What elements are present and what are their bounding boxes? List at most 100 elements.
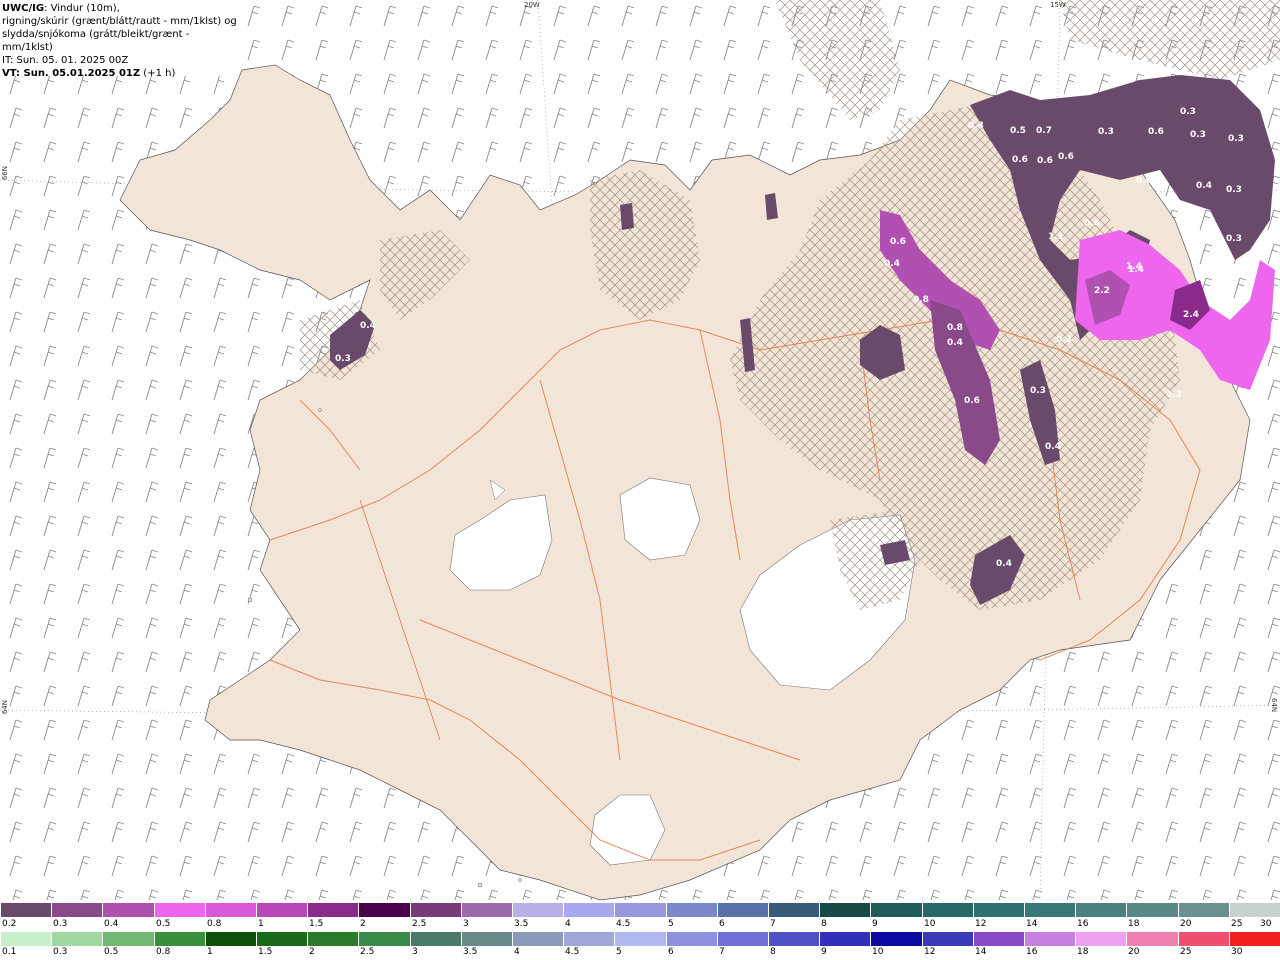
precip-value: 0.3 [1228, 134, 1244, 144]
precip-value: 0.6 [964, 396, 980, 406]
weather-map [0, 0, 1280, 901]
snow-legend-bar [0, 903, 1280, 917]
map-header: UWC/IG: Vindur (10m), rigning/skúrir (gr… [0, 0, 238, 79]
legend-swatch [1075, 903, 1127, 917]
legend-swatch [716, 932, 769, 946]
legend-label: 10 [924, 919, 936, 929]
precip-value: 0.6 [890, 237, 906, 247]
precip-value: 0.4 [884, 259, 900, 269]
precip-value: 2.2 [1094, 286, 1110, 296]
legend-swatch [256, 932, 308, 946]
legend-label: 2.5 [412, 919, 427, 929]
legend-label: 30 [1231, 947, 1243, 957]
legend-swatch [102, 903, 154, 917]
legend-swatch [409, 903, 461, 917]
grid-label-64n-left: 64N [1, 700, 9, 715]
legend-label: 7 [719, 947, 725, 957]
legend-label: 0.2 [2, 919, 17, 929]
precip-value: 0.3 [1226, 234, 1242, 244]
legend-swatch [0, 903, 52, 917]
precip-value: 0.3 [335, 354, 351, 364]
legend-swatch [1075, 932, 1127, 946]
precip-value: 0.8 [913, 295, 929, 305]
legend-label: 3.5 [514, 919, 529, 929]
legend-swatch [665, 932, 717, 946]
legend-label: 0.5 [104, 947, 119, 957]
legend-label: 8 [770, 947, 776, 957]
legend-label: 0.3 [53, 947, 68, 957]
precip-value: 0.3 [968, 121, 984, 131]
legend-label: 12 [924, 947, 936, 957]
legend-label: 3.5 [463, 947, 478, 957]
legend-swatch [665, 903, 717, 917]
precip-value: 0.4 [360, 321, 376, 331]
legend-swatch [153, 932, 205, 946]
legend-label: 0.1 [2, 947, 17, 957]
precip-value: 0.3 [1030, 386, 1046, 396]
precip-value: 0.4 [1045, 442, 1061, 452]
precip-value: 2.4 [1183, 310, 1199, 320]
legend-label: 25 [1231, 919, 1243, 929]
precip-value: 0.4 [1084, 219, 1100, 229]
precip-value: 0.4 [996, 559, 1012, 569]
legend-label: 0.8 [156, 947, 171, 957]
legend-swatch [1126, 903, 1178, 917]
legend-swatch [921, 932, 973, 946]
legend-swatch [870, 903, 922, 917]
legend-swatch [614, 903, 666, 917]
legend-label: 0.4 [104, 919, 119, 929]
precip-value: 0.4 [947, 338, 963, 348]
legend-swatch [51, 903, 103, 917]
legend-label: 6 [719, 919, 725, 929]
legend-label: 0.3 [53, 919, 68, 929]
legend-swatch [358, 903, 410, 917]
header-line1: : Vindur (10m), [44, 3, 120, 14]
legend-label: 1.5 [258, 947, 273, 957]
legend-swatch [768, 932, 820, 946]
legend-swatch [1228, 903, 1280, 917]
grid-label-15w: 15W [1050, 1, 1066, 9]
precip-value: 0.6 [1148, 127, 1164, 137]
legend-label: 18 [1128, 919, 1140, 929]
legend-swatch [614, 932, 666, 946]
init-time: IT: Sun. 05. 01. 2025 00Z [2, 55, 129, 66]
legend-swatch [307, 903, 359, 917]
legend-swatch [1177, 932, 1229, 946]
legend-swatch [51, 932, 103, 946]
legend-swatch [409, 932, 461, 946]
legend-label: 10 [872, 947, 884, 957]
legend-label: 14 [975, 947, 987, 957]
legend-swatch [153, 903, 205, 917]
precip-value: 0.6 [1188, 237, 1204, 247]
legend-swatch [1228, 932, 1280, 946]
precip-value: 0.3 [1180, 107, 1196, 117]
legend-swatch [563, 932, 615, 946]
precip-value: 0.3 [1166, 390, 1182, 400]
legend-label: 2 [360, 919, 366, 929]
legend-label: 0.5 [156, 919, 171, 929]
precip-value: 0.3 [1056, 335, 1072, 345]
model-name: UWC/IG [2, 3, 45, 14]
legend-label: 6 [668, 947, 674, 957]
precip-value: 0.4 [1196, 181, 1212, 191]
legend-label: 4.5 [616, 919, 631, 929]
precip-value: 0.3 [1226, 185, 1242, 195]
legend-swatch [1024, 932, 1076, 946]
legend-label: 3 [412, 947, 418, 957]
legend-label: 5 [616, 947, 622, 957]
legend-swatch [460, 903, 513, 917]
legend-label: 25 [1180, 947, 1192, 957]
legend-swatch [768, 903, 820, 917]
snow-legend-labels: 0.2 0.3 0.4 0.5 0.8 1 1.5 2 2.5 3 3.5 4 4.5 5 6 7 8 9 10 12… [0, 919, 1280, 931]
legend-swatch [716, 903, 769, 917]
legend-swatch [460, 932, 513, 946]
legend-swatch [972, 932, 1025, 946]
legend-label: 0.8 [207, 919, 222, 929]
legend-label: 18 [1077, 947, 1089, 957]
legend-swatch [1126, 932, 1178, 946]
legend-swatch [102, 932, 154, 946]
legend-label: 12 [975, 919, 987, 929]
precip-value: 1.1 [1048, 232, 1064, 242]
legend-swatch [204, 932, 257, 946]
header-line3: slydda/snjókoma (grátt/bleikt/grænt - mm… [2, 29, 190, 53]
